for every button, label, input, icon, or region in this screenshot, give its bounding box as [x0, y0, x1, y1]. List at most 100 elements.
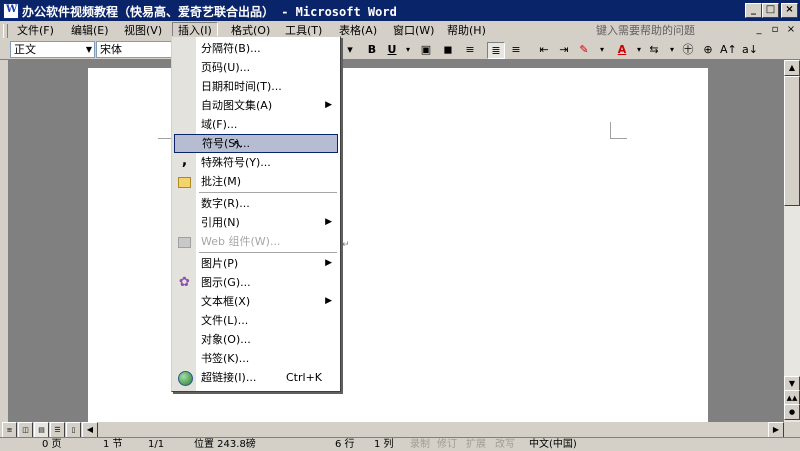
- bold-button[interactable]: B: [364, 42, 380, 57]
- diagram-icon: ✿: [179, 275, 190, 290]
- highlight-icon[interactable]: ✎: [576, 42, 592, 57]
- insert-number-item[interactable]: 数字(R)...: [174, 194, 338, 213]
- shrink-font-icon[interactable]: a↓: [742, 42, 758, 57]
- insert-picture-item[interactable]: 图片(P) ▶: [174, 254, 338, 273]
- menu-table[interactable]: 表格(A): [334, 23, 382, 38]
- document-workspace: ↵: [8, 60, 784, 422]
- comma-symbol-icon: ,: [181, 153, 188, 169]
- submenu-arrow-icon: ▶: [325, 258, 332, 268]
- menu-item-label: 自动图文集(A): [201, 99, 273, 112]
- scroll-right-button[interactable]: ▶: [768, 422, 784, 438]
- insert-menu-dropdown: 分隔符(B)... 页码(U)... 日期和时间(T)... 自动图文集(A) …: [171, 36, 341, 392]
- insert-autotext-item[interactable]: 自动图文集(A) ▶: [174, 96, 338, 115]
- print-layout-view-icon[interactable]: ▤: [34, 422, 49, 438]
- insert-hyperlink-item[interactable]: 超链接(I)... Ctrl+K: [174, 368, 338, 387]
- doc-minimize-button[interactable]: _: [752, 24, 766, 36]
- reading-layout-view-icon[interactable]: ▯: [66, 422, 81, 438]
- menu-file[interactable]: 文件(F): [12, 23, 59, 38]
- status-line: 6 行: [335, 439, 355, 450]
- proofreading-icon[interactable]: ㊉: [680, 42, 696, 57]
- status-section: 1 节: [103, 439, 123, 450]
- scroll-up-button[interactable]: ▲: [784, 60, 800, 76]
- outline-view-icon[interactable]: ☰: [50, 422, 65, 438]
- horizontal-scrollbar[interactable]: ≡ ◫ ▤ ☰ ▯ ◀ ▶: [0, 422, 800, 438]
- insert-comment-item[interactable]: 批注(M): [174, 172, 338, 191]
- menubar-grip[interactable]: [3, 24, 8, 38]
- status-language: 中文(中国): [529, 439, 577, 450]
- align-right-icon[interactable]: ≡: [508, 42, 524, 57]
- status-column: 1 列: [374, 439, 394, 450]
- grow-font-icon[interactable]: A↑: [720, 42, 737, 57]
- submenu-arrow-icon: ▶: [325, 217, 332, 227]
- menu-edit[interactable]: 编辑(E): [66, 23, 114, 38]
- menu-item-label: 文本框(X): [201, 295, 251, 308]
- font-size-dropdown-icon[interactable]: ▾: [342, 42, 358, 57]
- insert-date-time-item[interactable]: 日期和时间(T)...: [174, 77, 338, 96]
- doc-restore-button[interactable]: ▫: [768, 24, 782, 36]
- insert-file-item[interactable]: 文件(L)...: [174, 311, 338, 330]
- underline-button[interactable]: U: [384, 42, 400, 57]
- menu-item-label: 域(F)...: [201, 118, 238, 131]
- web-layout-view-icon[interactable]: ◫: [18, 422, 33, 438]
- scroll-thumb[interactable]: [784, 76, 800, 206]
- insert-special-symbol-item[interactable]: , 特殊符号(Y)...: [174, 153, 338, 172]
- doc-close-button[interactable]: ×: [784, 24, 798, 36]
- highlight-dropdown-icon[interactable]: ▾: [594, 42, 610, 57]
- char-scaling-icon[interactable]: ⇆: [646, 42, 662, 57]
- menu-help[interactable]: 帮助(H): [442, 23, 491, 38]
- insert-break-item[interactable]: 分隔符(B)...: [174, 39, 338, 58]
- minimize-button[interactable]: _: [745, 3, 762, 18]
- menu-item-label: 书签(K)...: [201, 352, 250, 365]
- menu-separator: [199, 252, 337, 253]
- style-select-value: 正文: [14, 43, 36, 56]
- menu-item-label: 日期和时间(T)...: [201, 80, 282, 93]
- normal-view-icon[interactable]: ≡: [2, 422, 17, 438]
- word-app-icon[interactable]: [3, 3, 19, 19]
- insert-reference-item[interactable]: 引用(N) ▶: [174, 213, 338, 232]
- decrease-indent-icon[interactable]: ⇤: [536, 42, 552, 57]
- insert-bookmark-item[interactable]: 书签(K)...: [174, 349, 338, 368]
- insert-textbox-item[interactable]: 文本框(X) ▶: [174, 292, 338, 311]
- browse-object-button[interactable]: ●: [784, 404, 800, 420]
- status-rec[interactable]: 录制: [410, 438, 430, 451]
- insert-diagram-item[interactable]: ✿ 图示(G)...: [174, 273, 338, 292]
- maximize-button[interactable]: □: [762, 3, 779, 18]
- paragraph-mark-icon: ↵: [342, 240, 350, 250]
- menu-window[interactable]: 窗口(W): [388, 23, 439, 38]
- insert-field-item[interactable]: 域(F)...: [174, 115, 338, 134]
- crop-mark-top-right: [610, 122, 627, 139]
- status-ovr[interactable]: 改写: [495, 438, 515, 451]
- insert-symbol-item[interactable]: 符号(S)... ↖: [174, 134, 338, 153]
- char-border-icon[interactable]: ▣: [418, 42, 434, 57]
- char-shading-icon[interactable]: ◼: [440, 42, 456, 57]
- menu-item-label: Web 组件(W)...: [201, 235, 281, 248]
- menu-item-label: 超链接(I)...: [201, 371, 257, 384]
- status-ext[interactable]: 扩展: [466, 438, 486, 451]
- menu-item-label: 对象(O)...: [201, 333, 251, 346]
- vertical-scrollbar[interactable]: ▲ ▼ ▲▲ ●: [784, 60, 800, 422]
- underline-dropdown-icon[interactable]: ▾: [400, 42, 416, 57]
- scroll-left-button[interactable]: ◀: [82, 422, 98, 438]
- menu-view[interactable]: 视图(V): [119, 23, 167, 38]
- enclosed-char-icon[interactable]: ⊕: [700, 42, 716, 57]
- justify-icon[interactable]: ≣: [487, 42, 505, 59]
- style-select[interactable]: 正文 ▼: [10, 41, 95, 58]
- insert-object-item[interactable]: 对象(O)...: [174, 330, 338, 349]
- menu-item-label: 引用(N): [201, 216, 240, 229]
- status-page: 0 页: [42, 439, 62, 450]
- help-question-input[interactable]: 键入需要帮助的问题: [596, 23, 716, 38]
- menu-separator: [199, 192, 337, 193]
- status-position: 位置 243.8磅: [194, 439, 256, 450]
- menu-item-label: 图片(P): [201, 257, 239, 270]
- web-component-icon: [178, 237, 191, 248]
- status-page-of: 1/1: [148, 439, 165, 450]
- menu-item-label: 文件(L)...: [201, 314, 249, 327]
- align-left-icon[interactable]: ≡: [462, 42, 478, 57]
- status-trk[interactable]: 修订: [437, 438, 457, 451]
- increase-indent-icon[interactable]: ⇥: [556, 42, 572, 57]
- insert-page-numbers-item[interactable]: 页码(U)...: [174, 58, 338, 77]
- char-scaling-dropdown-icon[interactable]: ▾: [664, 42, 680, 57]
- font-color-button[interactable]: A: [614, 42, 630, 57]
- font-color-dropdown-icon[interactable]: ▾: [631, 42, 647, 57]
- close-button[interactable]: ×: [781, 3, 798, 18]
